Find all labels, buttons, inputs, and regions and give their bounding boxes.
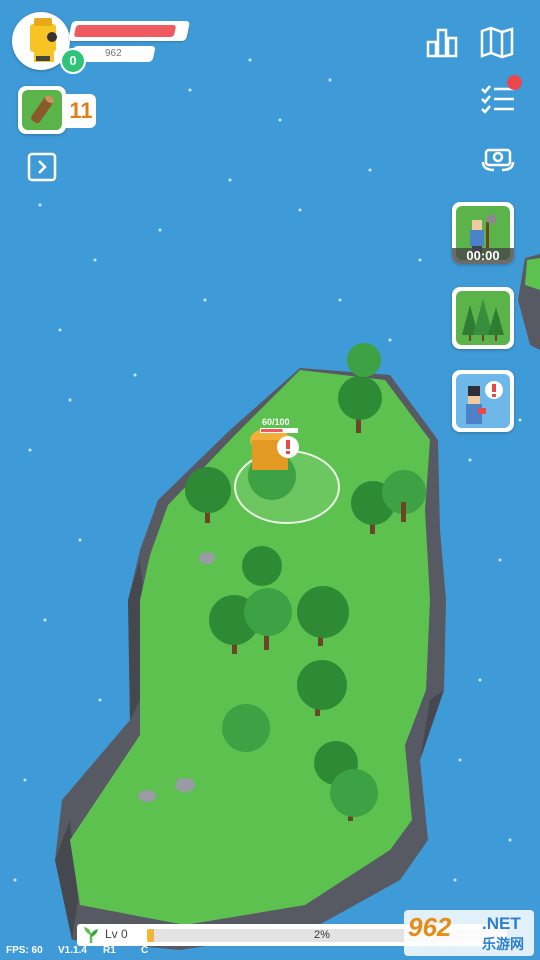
distant-island-grass <box>525 258 540 290</box>
lumberjack-timer: 00:00 <box>452 248 514 264</box>
hire-lumberjack-card[interactable]: 00:00 <box>452 202 514 264</box>
coin-value: 962 <box>104 48 122 59</box>
site-watermark: 962 .NET 乐游网 <box>404 910 534 956</box>
alert-bubble-icon <box>277 436 299 458</box>
forest-icon <box>462 299 504 341</box>
experience-level: Lv 0 <box>105 927 128 941</box>
watermark-logo: 962 <box>408 912 452 942</box>
map-icon <box>480 26 514 59</box>
watermark-net: .NET <box>482 914 521 933</box>
wood-log-icon <box>31 95 54 124</box>
chevron-right-icon <box>27 152 57 182</box>
c-label: C <box>141 945 149 956</box>
health-bar <box>67 21 191 41</box>
stats-button[interactable] <box>424 24 460 60</box>
health-bar-fill <box>73 25 177 37</box>
wood-inventory-slot[interactable] <box>18 86 66 134</box>
task-notification-dot <box>507 75 522 90</box>
expand-panel-button[interactable] <box>27 152 57 182</box>
sprout-icon <box>84 927 98 943</box>
forest-card[interactable] <box>452 287 514 349</box>
fps-counter: FPS: 60 <box>6 945 43 956</box>
wood-count: 11 <box>66 94 96 128</box>
game-world[interactable] <box>0 0 540 960</box>
villager-alert-card[interactable] <box>452 370 514 432</box>
camera-rotate-icon <box>481 148 515 172</box>
watermark-subtitle: 乐游网 <box>482 936 524 952</box>
tree-hp-bar-fill <box>261 429 283 432</box>
r-label: R1 <box>103 945 116 956</box>
version-label: V1.1.4 <box>58 945 87 956</box>
island-grass <box>70 370 430 925</box>
player-level-badge: 0 <box>60 48 86 74</box>
stats-icon <box>426 28 458 58</box>
camera-rotate-button[interactable] <box>480 140 516 176</box>
map-button[interactable] <box>479 24 515 60</box>
villager-alert-icon <box>466 381 503 424</box>
tree-hp-text: 60/100 <box>262 417 290 427</box>
